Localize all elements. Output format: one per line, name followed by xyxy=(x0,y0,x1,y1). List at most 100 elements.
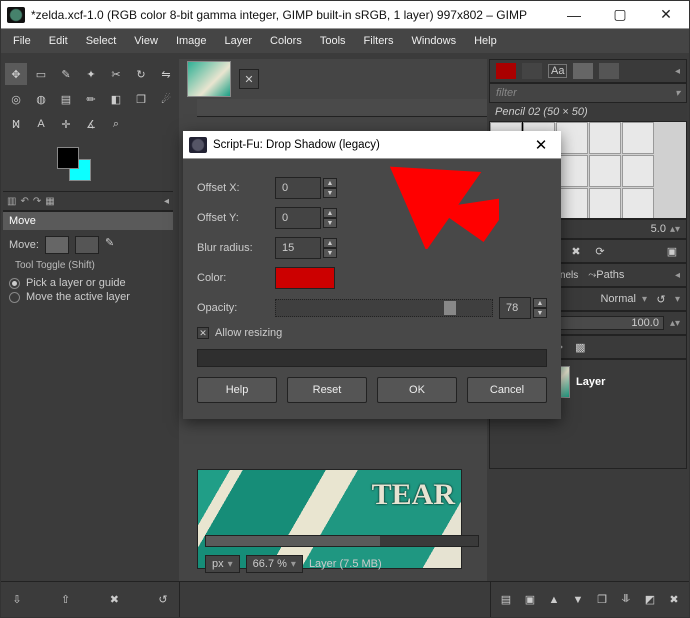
layer-duplicate-icon[interactable]: ❐ xyxy=(595,592,609,608)
canvas-scrollbar-horizontal[interactable] xyxy=(205,535,479,547)
layer-opacity-spinner[interactable]: ▴▾ xyxy=(670,318,680,329)
layer-mode-switch-icon[interactable]: ↺ xyxy=(653,291,669,307)
tool-crop-icon[interactable]: ✂ xyxy=(105,63,127,85)
offset-x-value[interactable]: 0 xyxy=(275,177,321,199)
layers-dock-menu-icon[interactable]: ◂ xyxy=(675,270,680,281)
image-tab-thumbnail[interactable] xyxy=(187,61,231,97)
tool-free-select-icon[interactable]: ✎ xyxy=(55,63,77,85)
blur-radius-spinbox[interactable]: 15▲▼ xyxy=(275,237,337,259)
brush-filter-input[interactable]: filter▾ xyxy=(489,83,687,103)
help-button[interactable]: Help xyxy=(197,377,277,403)
window-close-button[interactable]: ✕ xyxy=(643,1,689,29)
fg-color-swatch[interactable] xyxy=(57,147,79,169)
brush-delete-icon[interactable]: ✖ xyxy=(568,243,584,259)
brush-open-folder-icon[interactable]: ▣ xyxy=(664,243,680,259)
tool-bucket-fill-icon[interactable]: ◍ xyxy=(30,88,52,110)
tool-clone-icon[interactable]: ❐ xyxy=(130,88,152,110)
layer-up-icon[interactable]: ▲ xyxy=(547,592,561,608)
undo-history-icon[interactable]: ↶ xyxy=(20,196,28,207)
tool-move-icon[interactable]: ✥ xyxy=(5,63,27,85)
dialog-close-button[interactable]: ✕ xyxy=(521,136,561,154)
blur-up-icon[interactable]: ▲ xyxy=(323,238,337,248)
menu-image[interactable]: Image xyxy=(168,31,215,51)
redo-icon[interactable]: ↷ xyxy=(33,196,41,207)
layer-mask-icon[interactable]: ◩ xyxy=(643,592,657,608)
tool-text-icon[interactable]: A xyxy=(30,113,52,135)
images-icon[interactable]: ▦ xyxy=(45,196,54,207)
move-target-path-icon[interactable]: ✎ xyxy=(105,236,129,254)
tab-fonts-icon[interactable]: Aa xyxy=(548,64,567,78)
layer-new-icon[interactable]: ▤ xyxy=(499,592,513,608)
menu-filters[interactable]: Filters xyxy=(356,31,402,51)
image-tab-close-button[interactable]: ✕ xyxy=(239,69,259,89)
tab-patterns-icon[interactable] xyxy=(522,63,542,79)
dock-menu-icon[interactable]: ◂ xyxy=(164,196,169,207)
offset-y-spinbox[interactable]: 0▲▼ xyxy=(275,207,337,229)
allow-resizing-checkbox[interactable]: ✕ xyxy=(197,327,209,339)
layer-group-icon[interactable]: ▣ xyxy=(523,592,537,608)
blur-down-icon[interactable]: ▼ xyxy=(323,248,337,258)
offset-y-up-icon[interactable]: ▲ xyxy=(323,208,337,218)
device-status-icon[interactable]: ▥ xyxy=(7,196,16,207)
blur-radius-value[interactable]: 15 xyxy=(275,237,321,259)
reset-button[interactable]: Reset xyxy=(287,377,367,403)
radio-pick-layer[interactable] xyxy=(9,278,20,289)
tool-options-restore-icon[interactable]: ⇧ xyxy=(58,592,74,608)
tool-gradient-icon[interactable]: ▤ xyxy=(55,88,77,110)
tab-history-icon[interactable] xyxy=(573,63,593,79)
opacity-down-icon[interactable]: ▼ xyxy=(533,308,547,318)
opacity-up-icon[interactable]: ▲ xyxy=(533,298,547,308)
color-button[interactable] xyxy=(275,267,335,289)
menu-edit[interactable]: Edit xyxy=(41,31,76,51)
menu-windows[interactable]: Windows xyxy=(403,31,464,51)
tool-fuzzy-select-icon[interactable]: ✦ xyxy=(80,63,102,85)
tab-paths[interactable]: ⤳Paths xyxy=(588,269,624,281)
lock-alpha-icon[interactable]: ▩ xyxy=(572,339,588,355)
fg-bg-color-widget[interactable] xyxy=(55,145,95,185)
tool-options-delete-icon[interactable]: ✖ xyxy=(106,592,122,608)
tool-rect-select-icon[interactable]: ▭ xyxy=(30,63,52,85)
offset-x-up-icon[interactable]: ▲ xyxy=(323,178,337,188)
zoom-dropdown[interactable]: 66.7 %▾ xyxy=(246,555,303,573)
layer-delete-icon[interactable]: ✖ xyxy=(667,592,681,608)
window-minimize-button[interactable]: — xyxy=(551,1,597,29)
ok-button[interactable]: OK xyxy=(377,377,457,403)
tool-options-save-icon[interactable]: ⇩ xyxy=(9,592,25,608)
opacity-spinbox[interactable]: 78▲▼ xyxy=(499,297,547,319)
menu-help[interactable]: Help xyxy=(466,31,505,51)
menu-layer[interactable]: Layer xyxy=(217,31,261,51)
tool-rotate-icon[interactable]: ↻ xyxy=(130,63,152,85)
tool-flip-icon[interactable]: ⇋ xyxy=(155,63,177,85)
ruler-horizontal[interactable] xyxy=(197,99,487,117)
opacity-value[interactable]: 78 xyxy=(499,297,531,319)
units-dropdown[interactable]: px▾ xyxy=(205,555,240,573)
tool-measure-icon[interactable]: ∡ xyxy=(80,113,102,135)
opacity-slider[interactable] xyxy=(275,299,493,317)
tool-smudge-icon[interactable]: ☄ xyxy=(155,88,177,110)
offset-y-value[interactable]: 0 xyxy=(275,207,321,229)
menu-file[interactable]: File xyxy=(5,31,39,51)
layer-mode-dropdown[interactable]: Normal xyxy=(600,293,635,305)
tool-zoom-icon[interactable]: ⌕ xyxy=(105,113,127,135)
menu-tools[interactable]: Tools xyxy=(312,31,354,51)
layer-down-icon[interactable]: ▼ xyxy=(571,592,585,608)
offset-x-down-icon[interactable]: ▼ xyxy=(323,188,337,198)
offset-x-spinbox[interactable]: 0▲▼ xyxy=(275,177,337,199)
brush-zoom-spinner[interactable]: ▴▾ xyxy=(670,224,680,235)
tool-warp-icon[interactable]: ◎ xyxy=(5,88,27,110)
menu-select[interactable]: Select xyxy=(78,31,125,51)
tool-color-picker-icon[interactable]: ✛ xyxy=(55,113,77,135)
layer-name-label[interactable]: Layer xyxy=(576,376,605,388)
tab-brushes-icon[interactable] xyxy=(496,63,516,79)
tool-options-reset-icon[interactable]: ↺ xyxy=(155,592,171,608)
move-target-selection-icon[interactable] xyxy=(75,236,99,254)
window-maximize-button[interactable]: ▢ xyxy=(597,1,643,29)
tab-editor-icon[interactable] xyxy=(599,63,619,79)
radio-move-active[interactable] xyxy=(9,292,20,303)
menu-colors[interactable]: Colors xyxy=(262,31,310,51)
tool-eraser-icon[interactable]: ◧ xyxy=(105,88,127,110)
dialog-titlebar[interactable]: Script-Fu: Drop Shadow (legacy) ✕ xyxy=(183,131,561,159)
menu-view[interactable]: View xyxy=(126,31,166,51)
brushes-dock-menu-icon[interactable]: ◂ xyxy=(675,66,680,77)
tool-pencil-icon[interactable]: ✏ xyxy=(80,88,102,110)
